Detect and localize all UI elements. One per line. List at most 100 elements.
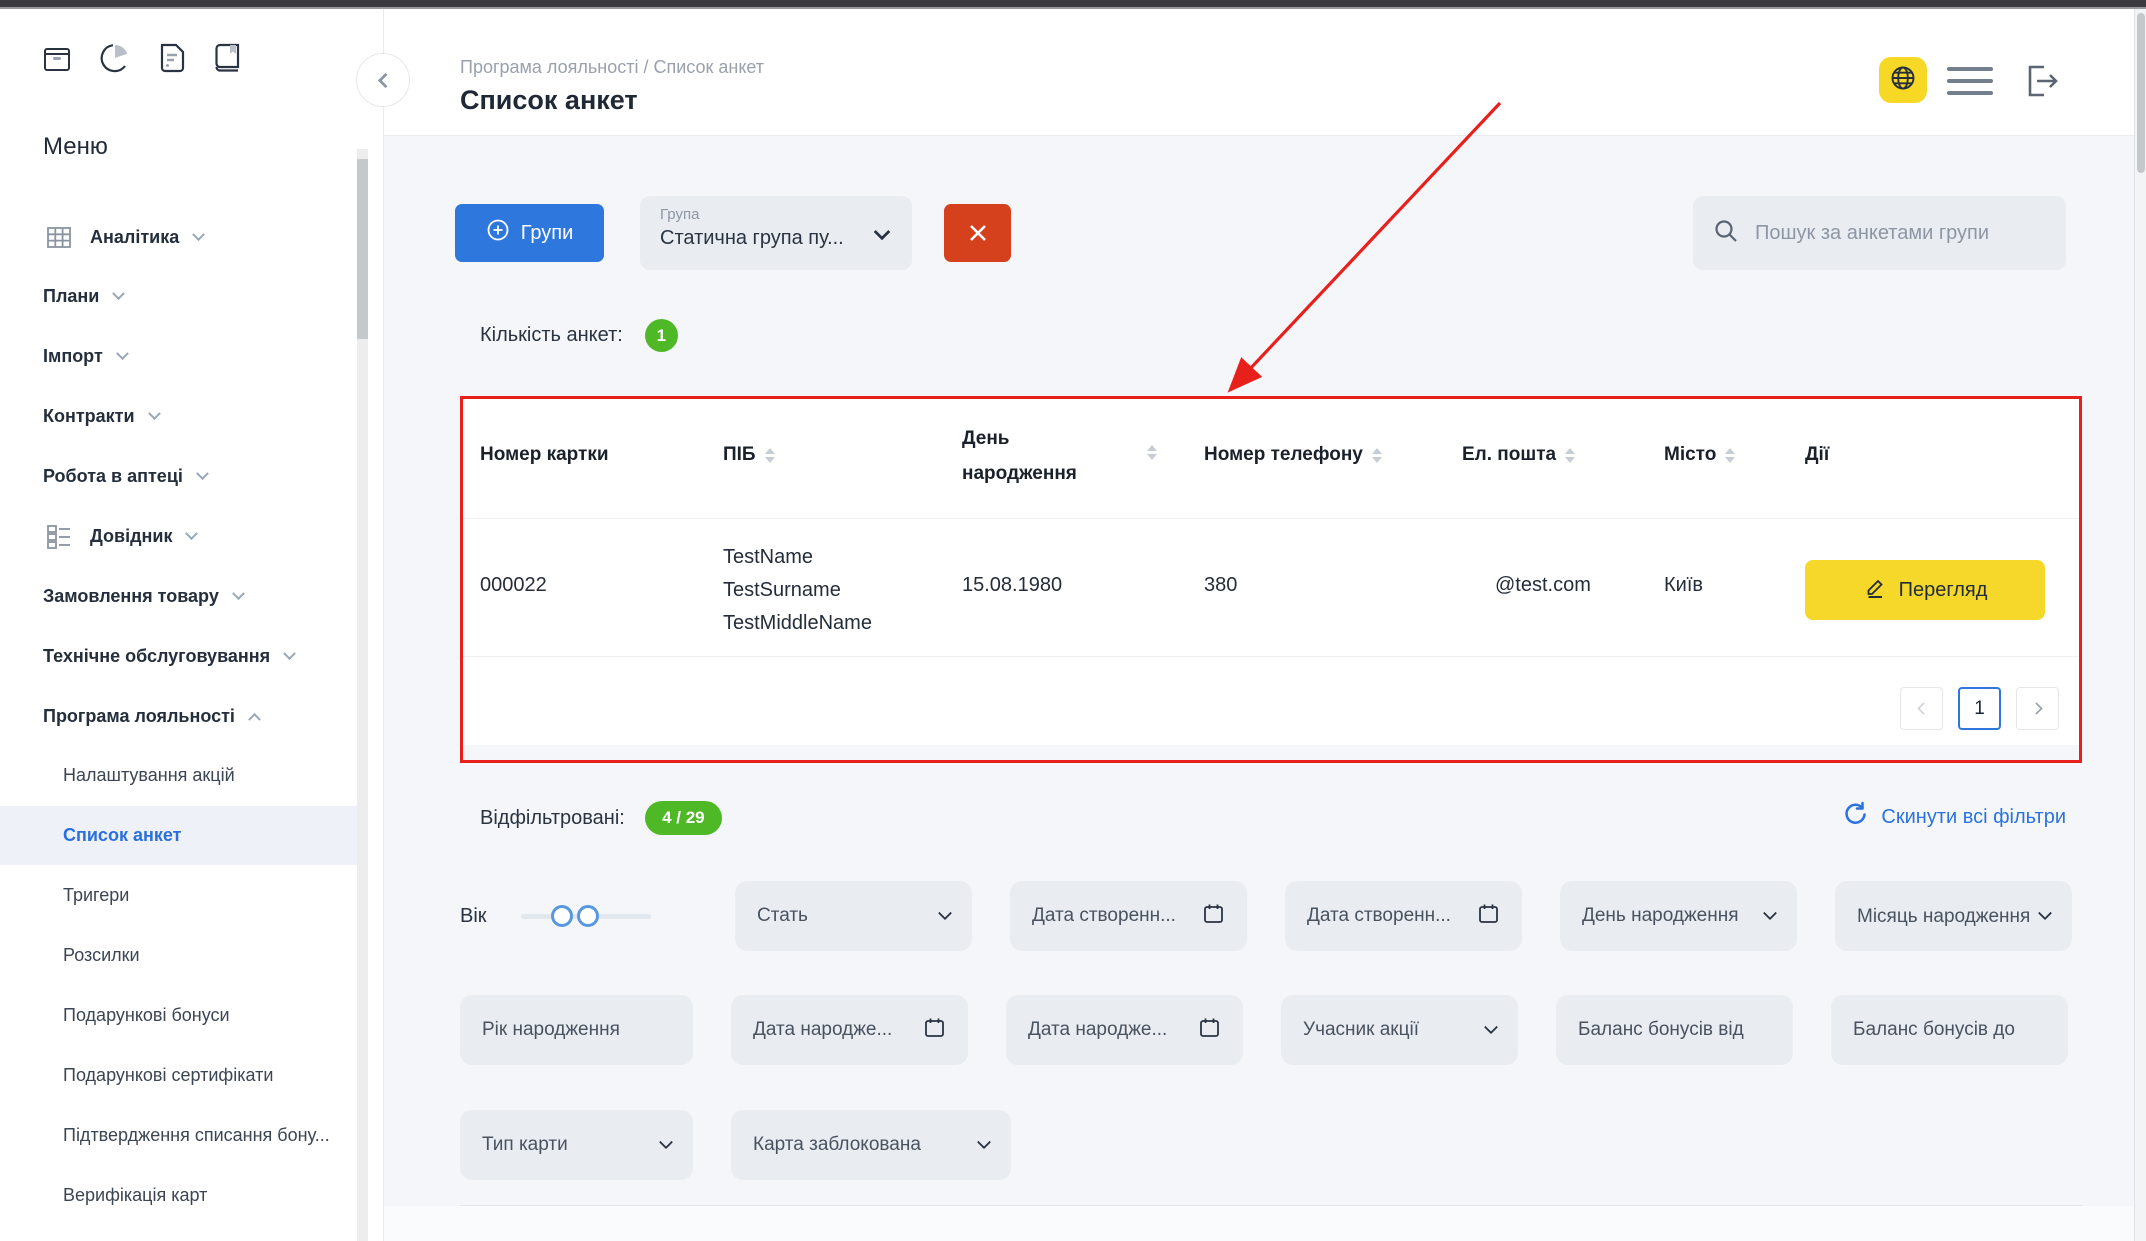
pagination-prev-button[interactable] bbox=[1900, 687, 1943, 730]
filter-birth-date-to[interactable]: Дата народже... bbox=[1006, 995, 1243, 1065]
slider-handle-max[interactable] bbox=[577, 905, 599, 927]
sidebar-item-label: Аналітика bbox=[90, 227, 179, 248]
column-header-actions[interactable]: Дії bbox=[1805, 444, 1829, 466]
filter-bonus-balance-from[interactable]: Баланс бонусів від bbox=[1556, 995, 1793, 1065]
sidebar-item-label: Імпорт bbox=[43, 346, 103, 367]
slider-handle-min[interactable] bbox=[551, 905, 573, 927]
filter-promo-participant-select[interactable]: Учасник акції bbox=[1281, 995, 1518, 1065]
sidebar-item-analytics[interactable]: Аналітика bbox=[43, 219, 203, 255]
page-header: Програма лояльності / Список анкет Списо… bbox=[384, 9, 2134, 136]
filter-gender-select[interactable]: Стать bbox=[735, 881, 972, 951]
window-scrollbar-track[interactable] bbox=[2134, 9, 2146, 1241]
refresh-icon bbox=[1842, 801, 1869, 834]
pencil-icon bbox=[1863, 575, 1887, 605]
sidebar-subitem-card-verification[interactable]: Верифікація карт bbox=[63, 1177, 207, 1213]
menu-title: Меню bbox=[43, 133, 108, 161]
filtered-label: Відфільтровані: bbox=[480, 807, 625, 830]
sidebar-subitem-mailings[interactable]: Розсилки bbox=[63, 937, 140, 973]
globe-icon bbox=[1888, 63, 1918, 98]
sidebar-item-label: Програма лояльності bbox=[43, 706, 235, 727]
archive-box-icon[interactable] bbox=[40, 41, 74, 75]
reset-filters-link[interactable]: Скинути всі фільтри bbox=[1842, 801, 2066, 834]
column-header-birth-date[interactable]: День народження bbox=[962, 421, 1112, 491]
sort-icon[interactable] bbox=[765, 448, 775, 463]
chevron-down-icon bbox=[2038, 906, 2052, 920]
sort-icon[interactable] bbox=[1147, 445, 1157, 460]
sidebar-subitem-promo-settings[interactable]: Налаштування акцій bbox=[63, 757, 235, 793]
search-input[interactable] bbox=[1753, 221, 2046, 246]
sidebar-item-maintenance[interactable]: Технічне обслуговування bbox=[43, 638, 294, 674]
sidebar-item-label: Контракти bbox=[43, 406, 135, 427]
filter-birth-month-select[interactable]: Місяць народження bbox=[1835, 881, 2072, 951]
cell-city: Київ bbox=[1664, 574, 1703, 597]
sort-icon[interactable] bbox=[1372, 448, 1382, 463]
burger-bar bbox=[1947, 91, 1993, 95]
sidebar-subitem-gift-bonuses[interactable]: Подарункові бонуси bbox=[63, 997, 230, 1033]
sidebar-scrollbar-thumb[interactable] bbox=[357, 159, 368, 339]
sidebar-top-icons bbox=[40, 41, 244, 75]
chevron-down-icon bbox=[283, 647, 296, 660]
sidebar-item-plans[interactable]: Плани bbox=[43, 278, 123, 314]
groups-button[interactable]: Групи bbox=[455, 204, 604, 262]
filter-created-date-from[interactable]: Дата створенн... bbox=[1010, 881, 1247, 951]
filter-card-type-select[interactable]: Тип карти bbox=[460, 1110, 693, 1180]
book-icon[interactable] bbox=[212, 41, 244, 75]
menu-toggle-button[interactable] bbox=[1947, 67, 1993, 95]
close-icon bbox=[965, 220, 991, 246]
window-scrollbar-thumb[interactable] bbox=[2137, 13, 2145, 173]
questionnaire-count-label: Кількість анкет: bbox=[480, 324, 623, 347]
group-select[interactable]: Група Статична група пу... bbox=[640, 196, 912, 270]
search-icon bbox=[1713, 218, 1739, 249]
chevron-down-icon bbox=[148, 407, 161, 420]
pie-chart-icon[interactable] bbox=[98, 41, 132, 75]
sidebar-item-goods-order[interactable]: Замовлення товару bbox=[43, 578, 243, 614]
column-header-city[interactable]: Місто bbox=[1664, 444, 1735, 466]
document-icon[interactable] bbox=[156, 41, 188, 75]
sidebar-item-contracts[interactable]: Контракти bbox=[43, 398, 159, 434]
view-button[interactable]: Перегляд bbox=[1805, 560, 2045, 620]
chevron-down-icon bbox=[232, 587, 245, 600]
sidebar-item-pharmacy-work[interactable]: Робота в аптеці bbox=[43, 458, 207, 494]
chevron-down-icon bbox=[977, 1135, 991, 1149]
pagination-next-button[interactable] bbox=[2016, 687, 2059, 730]
calendar-icon bbox=[1202, 902, 1225, 931]
column-header-phone[interactable]: Номер телефону bbox=[1204, 444, 1382, 466]
filter-birth-day-select[interactable]: День народження bbox=[1560, 881, 1797, 951]
column-header-email[interactable]: Ел. пошта bbox=[1462, 444, 1575, 466]
logout-icon bbox=[2018, 59, 2062, 103]
column-header-full-name[interactable]: ПІБ bbox=[723, 444, 775, 466]
sort-icon[interactable] bbox=[1725, 448, 1735, 463]
clear-group-button[interactable] bbox=[944, 204, 1011, 262]
sidebar-item-loyalty-program[interactable]: Програма лояльності bbox=[43, 698, 259, 734]
sort-icon[interactable] bbox=[1565, 448, 1575, 463]
filter-birth-date-from[interactable]: Дата народже... bbox=[731, 995, 968, 1065]
filtered-count-badge: 4 / 29 bbox=[645, 801, 722, 835]
main-content: Групи Група Статична група пу... Кількіс… bbox=[384, 136, 2134, 1241]
sidebar-item-import[interactable]: Імпорт bbox=[43, 338, 127, 374]
filter-created-date-to[interactable]: Дата створенн... bbox=[1285, 881, 1522, 951]
chevron-down-icon bbox=[112, 287, 125, 300]
logout-button[interactable] bbox=[2018, 59, 2062, 103]
filter-card-blocked-select[interactable]: Карта заблокована bbox=[731, 1110, 1011, 1180]
language-button[interactable] bbox=[1879, 57, 1927, 103]
sidebar-subitem-bonus-writeoff-confirm[interactable]: Підтвердження списання бону... bbox=[63, 1117, 330, 1153]
chevron-down-icon bbox=[1763, 906, 1777, 920]
pagination-page-1[interactable]: 1 bbox=[1958, 687, 2001, 730]
sidebar-subitem-questionnaire-list[interactable]: Список анкет bbox=[63, 817, 181, 853]
list-icon bbox=[43, 521, 75, 551]
sidebar-item-directory[interactable]: Довідник bbox=[43, 518, 196, 554]
section-divider bbox=[460, 1205, 2082, 1206]
chevron-down-icon bbox=[938, 906, 952, 920]
sidebar-subitem-gift-certificates[interactable]: Подарункові сертифікати bbox=[63, 1057, 273, 1093]
chevron-down-icon bbox=[116, 347, 129, 360]
sidebar-collapse-button[interactable] bbox=[356, 53, 410, 107]
filter-bonus-balance-to[interactable]: Баланс бонусів до bbox=[1831, 995, 2068, 1065]
filter-birth-year-input[interactable]: Рік народження bbox=[460, 995, 693, 1065]
view-button-label: Перегляд bbox=[1899, 579, 1988, 602]
breadcrumb[interactable]: Програма лояльності / Список анкет bbox=[460, 57, 764, 78]
chevron-right-icon bbox=[2030, 702, 2043, 715]
sidebar-subitem-triggers[interactable]: Тригери bbox=[63, 877, 129, 913]
cell-full-name: TestName TestSurname TestMiddleName bbox=[723, 541, 872, 640]
column-header-card-number[interactable]: Номер картки bbox=[480, 444, 609, 466]
sidebar-item-label: Замовлення товару bbox=[43, 586, 219, 607]
